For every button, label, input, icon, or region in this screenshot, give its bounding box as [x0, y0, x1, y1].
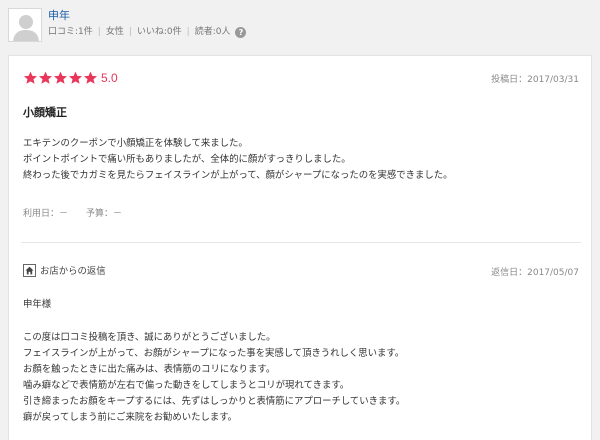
question-circle-icon[interactable]: ?	[235, 26, 247, 38]
usage-date: 利用日：－	[23, 209, 69, 219]
star-icon	[83, 71, 98, 84]
reply-body-line: フェイスラインが上がって、お顔がシャープになった事を実感して頂きうれしく思います…	[23, 348, 405, 359]
reply-greeting: 申年様	[23, 299, 52, 310]
like-count: いいね:0件	[136, 27, 182, 37]
review-title: 小顔矯正	[23, 106, 67, 119]
reply-body: この度は口コミ投稿を頂き、誠にありがとうございました。 フェイスラインが上がって…	[23, 330, 583, 426]
rating: 5.0	[23, 70, 118, 86]
shop-reply-header: お店からの返信	[23, 263, 106, 277]
shop-house-icon	[23, 263, 36, 277]
review-body: エキテンのクーポンで小顔矯正を体験して来ました。 ポイントポイントで痛い所もあり…	[23, 136, 583, 184]
review-count: 口コミ:1件	[48, 27, 93, 37]
budget: 予算：－	[86, 209, 123, 219]
shop-reply-label: お店からの返信	[40, 266, 106, 277]
star-icon	[68, 71, 83, 84]
meta-separator: |	[128, 27, 132, 37]
star-icon	[23, 71, 38, 84]
usage-info: 利用日：－ 予算：－	[23, 206, 122, 219]
star-icon	[53, 71, 68, 84]
reply-body-line: この度は口コミ投稿を頂き、誠にありがとうございました。	[23, 332, 276, 343]
avatar[interactable]	[8, 8, 42, 42]
reviewer-gender: 女性	[105, 27, 124, 37]
review-body-line: 終わった後でカガミを見たらフェイスラインが上がって、顔がシャープになったのを実感…	[23, 170, 453, 181]
meta-separator: |	[186, 27, 190, 37]
star-icon	[38, 71, 53, 84]
reply-body-line: お顔を触ったときに出た痛みは、表情筋のコリになります。	[23, 364, 276, 375]
reader-count: 読者:0人	[194, 27, 231, 37]
meta-separator: |	[97, 27, 101, 37]
reviewer-header: 申年 口コミ:1件 | 女性 | いいね:0件 | 読者:0人 ?	[0, 0, 600, 50]
reply-body-line: 噛み癖などで表情筋が左右で偏った動きをしてしまうとコリが現れてきます。	[23, 380, 350, 391]
post-date: 投稿日：2017/03/31	[491, 75, 579, 85]
reply-body-line: 引き締まったお顔をキープするには、先ずはしっかりと表情筋にアプローチしていきます…	[23, 396, 406, 407]
rating-stars	[23, 71, 98, 85]
default-user-avatar-icon	[9, 9, 41, 41]
reply-body-line: 癖が戻ってしまう前にご来院をお勧めいたします。	[23, 412, 238, 423]
review-body-line: ポイントポイントで痛い所もありましたが、全体的に顔がすっきりしました。	[23, 154, 351, 165]
reviewer-meta: 口コミ:1件 | 女性 | いいね:0件 | 読者:0人 ?	[48, 26, 247, 38]
reviewer-name[interactable]: 申年	[48, 10, 70, 22]
review-body-line: エキテンのクーポンで小顔矯正を体験して来ました。	[23, 138, 248, 149]
review-card: 5.0 投稿日：2017/03/31 小顔矯正 エキテンのクーポンで小顔矯正を体…	[8, 55, 592, 440]
divider	[21, 242, 581, 243]
reply-date: 返信日：2017/05/07	[491, 268, 579, 278]
rating-value: 5.0	[101, 71, 118, 85]
